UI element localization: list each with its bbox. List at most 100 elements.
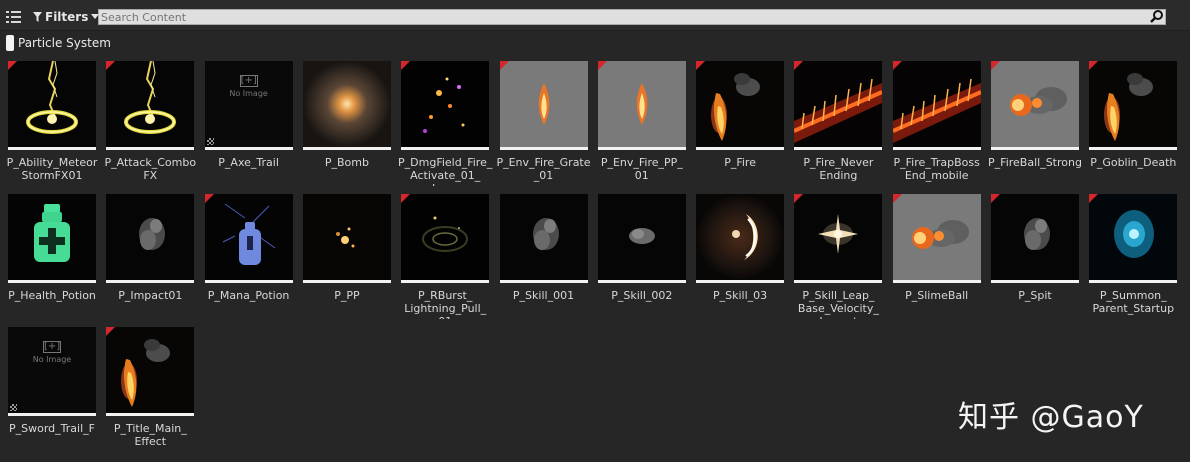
modified-flag-icon	[991, 194, 1000, 203]
filters-button[interactable]: Filters	[29, 8, 103, 26]
asset-tile[interactable]: P_Env_Fire_Grate _01	[496, 61, 591, 187]
asset-type-bar	[106, 280, 195, 283]
asset-thumbnail[interactable]	[106, 61, 195, 147]
asset-tile[interactable]: P_Fire_TrapBoss End_mobile	[892, 61, 981, 187]
asset-thumbnail[interactable]	[991, 194, 1079, 280]
asset-type-bar	[1089, 280, 1178, 283]
asset-thumbnail[interactable]	[991, 61, 1079, 147]
asset-name: P_Mana_Potion	[207, 289, 290, 302]
asset-thumbnail[interactable]: [+] No Image	[8, 327, 96, 413]
asset-tile[interactable]: P_DmgField_Fire_ Activate_01_ Loop	[398, 61, 492, 187]
asset-tile[interactable]: P_Goblin_Death	[1089, 61, 1178, 187]
asset-thumbnail[interactable]	[401, 194, 490, 280]
asset-tile[interactable]: P_Bomb	[302, 61, 391, 187]
asset-tile[interactable]: P_Skill_002	[597, 194, 686, 320]
checker-icon	[206, 138, 214, 145]
asset-tile[interactable]: P_Attack_Combo FX	[105, 61, 196, 187]
asset-thumbnail[interactable]	[204, 194, 293, 280]
modified-flag-icon	[401, 194, 411, 203]
modified-flag-icon	[794, 194, 804, 203]
asset-tile[interactable]: [+] No Image P_Sword_Trail_F	[8, 327, 96, 453]
asset-thumbnail[interactable]	[597, 61, 686, 147]
search-input[interactable]	[101, 10, 1141, 24]
asset-thumbnail[interactable]	[302, 61, 391, 147]
asset-tile[interactable]: P_Title_Main_ Effect	[106, 327, 195, 453]
asset-tile[interactable]: P_Fire_Never Ending	[794, 61, 883, 187]
asset-thumbnail[interactable]	[892, 61, 981, 147]
asset-thumbnail[interactable]	[8, 61, 96, 147]
asset-tile[interactable]: P_Skill_001	[499, 194, 588, 320]
asset-thumbnail[interactable]	[1089, 61, 1178, 147]
asset-name: P_Title_Main_ Effect	[113, 422, 187, 448]
asset-tile[interactable]: P_Spit	[991, 194, 1079, 320]
asset-thumbnail[interactable]	[106, 194, 195, 280]
modified-flag-icon	[8, 61, 17, 70]
asset-tile[interactable]: P_RBurst_ Lightning_Pull_ 01	[401, 194, 490, 320]
asset-thumbnail[interactable]	[499, 194, 588, 280]
modified-flag-icon	[597, 61, 607, 70]
asset-name: P_Health_Potion	[8, 289, 96, 302]
active-filter-chip[interactable]: Particle System	[6, 33, 111, 53]
funnel-icon	[33, 12, 42, 22]
asset-thumbnail[interactable]	[892, 194, 981, 280]
asset-thumbnail[interactable]: [+] No Image	[204, 61, 293, 147]
asset-thumbnail[interactable]	[302, 194, 391, 280]
asset-type-bar	[991, 147, 1079, 150]
asset-tile[interactable]: P_Env_Fire_PP_ 01	[597, 61, 686, 187]
modified-flag-icon	[794, 61, 804, 70]
asset-thumbnail[interactable]	[696, 61, 785, 147]
asset-tile[interactable]: P_Summon_ Parent_Startup	[1089, 194, 1178, 320]
asset-tile[interactable]: P_FireBall_Strong	[988, 61, 1082, 187]
asset-tile[interactable]: P_Mana_Potion	[204, 194, 293, 320]
asset-thumbnail[interactable]	[794, 194, 883, 280]
filter-toggle[interactable]	[6, 35, 14, 51]
asset-thumbnail[interactable]	[106, 327, 195, 413]
asset-name: P_DmgField_Fire_ Activate_01_ Loop	[398, 156, 493, 186]
asset-name: P_Env_Fire_PP_ 01	[600, 156, 683, 182]
asset-tile[interactable]: [+] No Image P_Axe_Trail	[204, 61, 293, 187]
search-box[interactable]	[98, 9, 1166, 25]
asset-tile[interactable]: P_Impact01	[106, 194, 195, 320]
asset-type-bar	[302, 147, 391, 150]
modified-flag-icon	[401, 61, 411, 70]
asset-name: P_Spit	[1018, 289, 1052, 302]
watermark: 知乎 @GaoY	[958, 400, 1144, 435]
asset-tile[interactable]: P_Fire	[696, 61, 785, 187]
asset-thumbnail[interactable]	[401, 61, 490, 147]
asset-type-bar	[1089, 147, 1178, 150]
asset-thumbnail[interactable]	[499, 61, 588, 147]
asset-name: P_Fire_Never Ending	[803, 156, 874, 182]
list-icon[interactable]	[6, 9, 22, 23]
asset-type-bar	[302, 280, 391, 283]
asset-thumbnail[interactable]	[1089, 194, 1178, 280]
asset-type-bar	[794, 147, 883, 150]
search-icon[interactable]	[1150, 10, 1164, 24]
asset-thumbnail[interactable]	[794, 61, 883, 147]
asset-thumbnail[interactable]	[597, 194, 686, 280]
asset-name: P_Fire_TrapBoss End_mobile	[893, 156, 980, 182]
asset-name: P_Env_Fire_Grate _01	[496, 156, 591, 182]
caret-down-icon	[91, 14, 100, 19]
asset-name: P_Bomb	[324, 156, 369, 169]
asset-name: P_Skill_Leap_ Base_Velocity_ Impact	[797, 289, 879, 319]
asset-tile[interactable]: P_Skill_Leap_ Base_Velocity_ Impact	[794, 194, 883, 320]
modified-flag-icon	[696, 61, 706, 70]
asset-type-bar	[401, 147, 490, 150]
asset-type-bar	[794, 280, 883, 283]
modified-flag-icon	[892, 61, 902, 70]
asset-name: P_RBurst_ Lightning_Pull_ 01	[404, 289, 487, 319]
asset-type-bar	[892, 147, 981, 150]
asset-type-bar	[499, 147, 588, 150]
asset-thumbnail[interactable]	[696, 194, 785, 280]
no-image-text: No Image	[32, 355, 72, 364]
asset-name: P_Goblin_Death	[1090, 156, 1177, 169]
asset-tile[interactable]: P_Skill_03	[696, 194, 785, 320]
asset-tile[interactable]: P_Health_Potion	[8, 194, 96, 320]
asset-type-bar	[991, 280, 1079, 283]
asset-tile[interactable]: P_SlimeBall	[892, 194, 981, 320]
asset-tile[interactable]: P_PP	[302, 194, 391, 320]
asset-type-bar	[204, 280, 293, 283]
asset-tile[interactable]: P_Ability_Meteor StormFX01	[7, 61, 97, 187]
asset-type-bar	[8, 280, 96, 283]
asset-thumbnail[interactable]	[8, 194, 96, 280]
